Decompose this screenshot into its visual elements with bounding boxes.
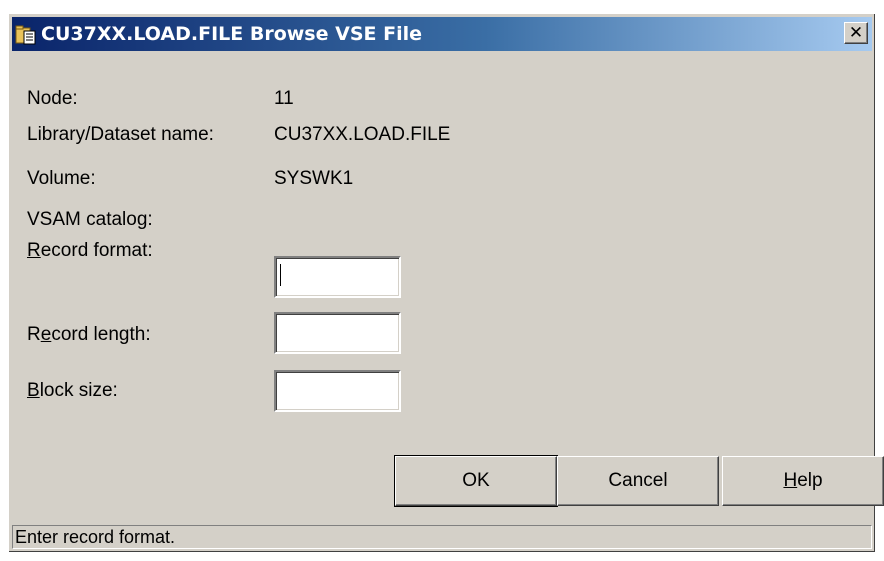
block-size-label: Block size: [27, 380, 118, 402]
help-button[interactable]: Help [722, 456, 884, 506]
help-button-label: Help [783, 470, 822, 492]
browse-vse-file-dialog: CU37XX.LOAD.FILE Browse VSE File ✕ Node:… [8, 13, 884, 553]
status-text: Enter record format. [15, 527, 176, 547]
vsam-catalog-label: VSAM catalog: [27, 209, 153, 230]
record-length-mnemonic: e [40, 324, 52, 345]
record-length-input[interactable] [274, 312, 401, 354]
library-value: CU37XX.LOAD.FILE [274, 124, 451, 145]
block-size-input[interactable] [274, 370, 401, 412]
close-icon: ✕ [848, 22, 864, 43]
title-bar[interactable]: CU37XX.LOAD.FILE Browse VSE File ✕ [12, 17, 872, 51]
block-size-label-text: lock size: [39, 380, 118, 401]
folder-file-icon [15, 23, 37, 45]
text-caret [280, 264, 281, 286]
record-format-label: Record format: [27, 240, 153, 262]
ok-button-label: OK [462, 470, 490, 491]
record-length-label-text: cord length: [51, 324, 151, 345]
status-bar: Enter record format. [12, 525, 872, 549]
window-title: CU37XX.LOAD.FILE Browse VSE File [41, 23, 422, 45]
record-format-field-wrap [274, 256, 401, 298]
volume-value: SYSWK1 [274, 168, 354, 189]
block-size-mnemonic: B [27, 380, 40, 401]
ok-button[interactable]: OK [394, 455, 558, 507]
record-length-label-pre: R [27, 324, 41, 345]
help-mnemonic: H [783, 470, 798, 491]
close-button[interactable]: ✕ [844, 22, 868, 44]
cancel-button-label: Cancel [608, 470, 668, 491]
library-label: Library/Dataset name: [27, 124, 214, 145]
node-label: Node: [27, 88, 78, 109]
volume-label: Volume: [27, 168, 96, 189]
node-value: 11 [274, 88, 294, 109]
record-format-input[interactable] [274, 256, 401, 298]
record-format-mnemonic: R [27, 240, 41, 261]
record-format-label-text: ecord format: [40, 240, 153, 261]
help-button-label-text: elp [797, 470, 823, 491]
cancel-button[interactable]: Cancel [557, 456, 719, 506]
record-length-label: Record length: [27, 324, 151, 346]
